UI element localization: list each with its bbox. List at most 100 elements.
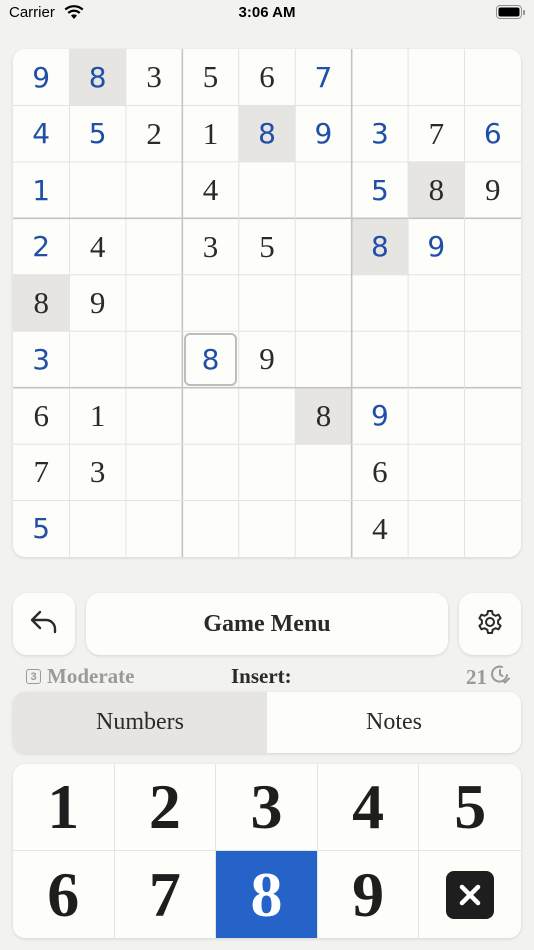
board-cell[interactable]: 5 (13, 501, 69, 557)
board-cell[interactable] (465, 218, 521, 274)
board-cell[interactable] (239, 444, 295, 500)
board-cell[interactable]: 6 (465, 105, 521, 161)
board-cell[interactable]: 4 (69, 218, 125, 274)
board-cell[interactable] (182, 501, 238, 557)
key-2[interactable]: 2 (114, 764, 217, 851)
key-9[interactable]: 9 (318, 851, 420, 938)
settings-button[interactable] (459, 593, 521, 655)
board-cell[interactable] (465, 444, 521, 500)
board-cell[interactable]: 9 (408, 218, 464, 274)
board-cell[interactable]: 7 (13, 444, 69, 500)
undo-button[interactable] (13, 593, 75, 655)
board-cell[interactable]: 8 (295, 387, 352, 445)
board-cell[interactable]: 2 (13, 218, 69, 274)
erase-button[interactable] (419, 851, 521, 938)
board-cell[interactable]: 4 (13, 105, 69, 161)
board-cell[interactable]: 1 (13, 162, 69, 218)
board-cell[interactable]: 5 (239, 218, 295, 274)
board-cell[interactable] (126, 444, 182, 500)
board-cell[interactable] (295, 218, 351, 274)
key-6[interactable]: 6 (13, 851, 115, 938)
board-cell[interactable]: 5 (182, 49, 238, 105)
board-cell[interactable] (239, 275, 295, 331)
board-cell[interactable]: 6 (13, 388, 69, 444)
tab-notes[interactable]: Notes (267, 692, 521, 753)
board-cell[interactable]: 4 (352, 501, 408, 557)
board-cell[interactable] (408, 444, 464, 500)
board-cell[interactable]: 8 (351, 218, 409, 275)
key-1[interactable]: 1 (13, 764, 115, 851)
board-cell[interactable] (352, 49, 408, 105)
clock-check-icon (490, 664, 510, 690)
board-cell[interactable] (408, 388, 464, 444)
board-cell[interactable] (352, 275, 408, 331)
board-cell[interactable]: 9 (13, 49, 69, 105)
board-cell[interactable]: 2 (126, 105, 182, 161)
board-cell[interactable]: 9 (239, 331, 295, 387)
board-cell[interactable]: 4 (182, 162, 238, 218)
board-cell[interactable] (239, 162, 295, 218)
board-cell[interactable] (126, 501, 182, 557)
tab-numbers[interactable]: Numbers (13, 692, 267, 753)
board-cell[interactable] (69, 501, 125, 557)
board-cell[interactable] (408, 501, 464, 557)
board-cell[interactable] (239, 501, 295, 557)
board-cell[interactable]: 5 (352, 162, 408, 218)
board-cell[interactable] (126, 388, 182, 444)
board-cell[interactable] (239, 388, 295, 444)
board-cell[interactable]: 6 (239, 49, 295, 105)
board-cell[interactable]: 8 (69, 49, 126, 106)
board-cell[interactable]: 3 (352, 105, 408, 161)
board-cell[interactable] (465, 331, 521, 387)
board-cell[interactable]: 9 (465, 162, 521, 218)
board-cell[interactable]: 9 (352, 388, 408, 444)
game-menu-button[interactable]: Game Menu (86, 593, 448, 655)
board-cell[interactable]: 3 (13, 331, 69, 387)
key-8[interactable]: 8 (216, 851, 318, 938)
board-cell[interactable] (295, 162, 351, 218)
board-cell[interactable]: 9 (69, 275, 125, 331)
board-cell[interactable] (126, 275, 182, 331)
board-cell[interactable]: 3 (182, 218, 238, 274)
status-bar: Carrier 3:06 AM (0, 0, 534, 28)
board-cell[interactable] (182, 388, 238, 444)
board-cell[interactable] (295, 331, 351, 387)
board-cell[interactable]: 5 (69, 105, 125, 161)
board-cell[interactable]: 6 (352, 444, 408, 500)
board-cell[interactable] (465, 388, 521, 444)
board-cell[interactable]: 9 (295, 105, 351, 161)
board-cell[interactable]: 1 (182, 105, 238, 161)
board-cell[interactable]: 8 (182, 331, 238, 387)
board-cell[interactable]: 7 (408, 105, 464, 161)
board-cell[interactable] (295, 501, 351, 557)
board-cell[interactable] (69, 331, 125, 387)
board-cell[interactable]: 8 (408, 161, 465, 219)
board-cell[interactable] (352, 331, 408, 387)
board-cell[interactable]: 7 (295, 49, 351, 105)
board-cell[interactable] (408, 49, 464, 105)
board-cell[interactable] (69, 162, 125, 218)
board-cell[interactable] (465, 501, 521, 557)
board-cell[interactable]: 3 (126, 49, 182, 105)
board-cell[interactable] (465, 49, 521, 105)
board-cell[interactable] (295, 275, 351, 331)
insert-label: Insert: (231, 664, 292, 688)
key-7[interactable]: 7 (115, 851, 217, 938)
key-4[interactable]: 4 (317, 764, 420, 851)
board-cell[interactable]: 8 (13, 274, 70, 332)
board-cell[interactable] (465, 275, 521, 331)
key-5[interactable]: 5 (419, 764, 521, 851)
board-cell[interactable] (126, 331, 182, 387)
board-cell[interactable] (126, 162, 182, 218)
board-cell[interactable] (182, 444, 238, 500)
board-cell[interactable]: 3 (69, 444, 125, 500)
board-cell[interactable]: 8 (238, 105, 296, 162)
board-cell[interactable] (295, 444, 351, 500)
board-cell[interactable] (182, 275, 238, 331)
board-cell[interactable] (408, 275, 464, 331)
key-3[interactable]: 3 (216, 764, 318, 851)
board-cell[interactable]: 1 (69, 388, 125, 444)
board-cell[interactable] (126, 218, 182, 274)
difficulty-label: Moderate (47, 664, 135, 688)
board-cell[interactable] (408, 331, 464, 387)
